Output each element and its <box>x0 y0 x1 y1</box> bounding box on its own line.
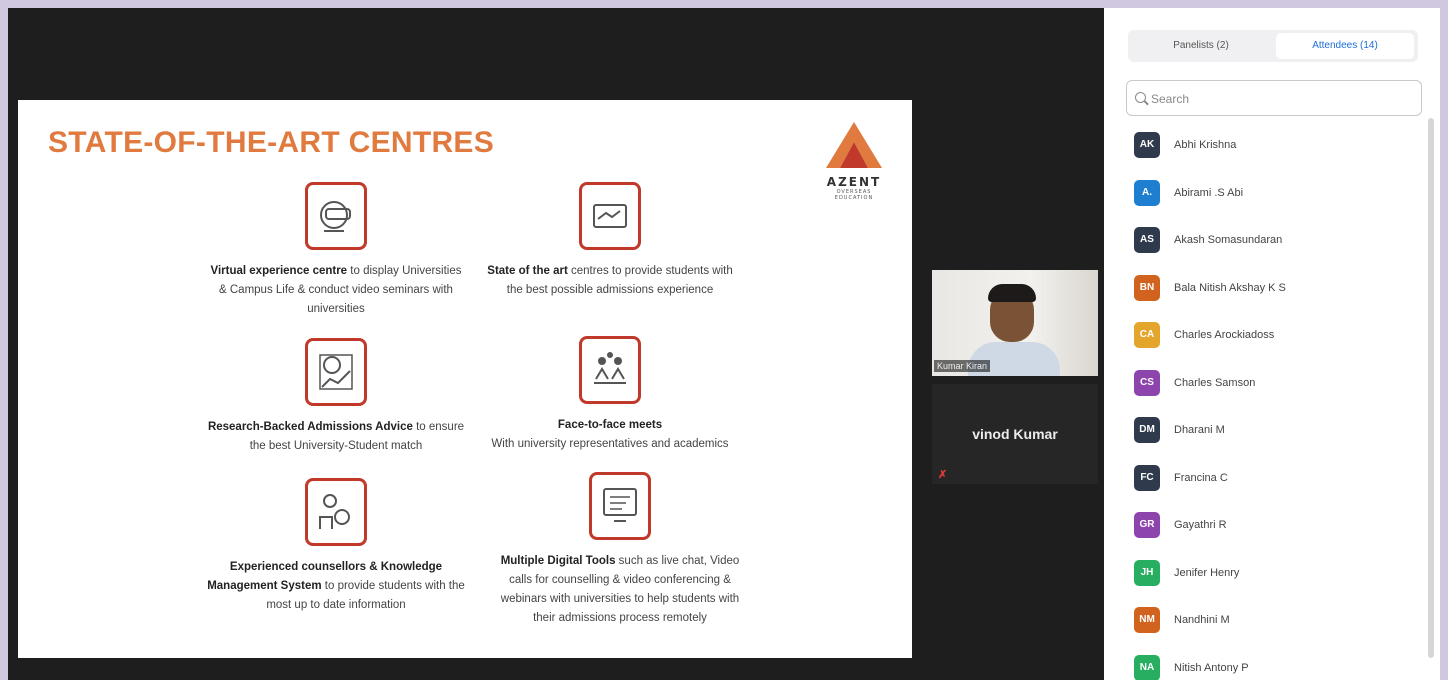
participant-name: vinod Kumar <box>972 426 1058 442</box>
shared-slide: STATE-OF-THE-ART CENTRES AZENT OVERSEAS … <box>18 100 912 658</box>
attendee-name: Abhi Krishna <box>1174 139 1237 151</box>
avatar: NM <box>1134 607 1160 633</box>
attendee-list: AK Abhi Krishna A. Abirami .S Abi AS Akash So… <box>1134 128 1424 680</box>
digital-tools-icon <box>589 472 651 540</box>
attendee-row[interactable]: AK Abhi Krishna <box>1134 128 1424 176</box>
tab-panelists[interactable]: Panelists (2) <box>1132 33 1270 59</box>
avatar: FC <box>1134 464 1160 491</box>
muted-mic-icon: ✗ <box>938 469 948 481</box>
logo-subtitle-2: EDUCATION <box>834 195 874 201</box>
avatar: CA <box>1134 322 1160 348</box>
attendee-row[interactable]: A. Abirami .S Abi <box>1134 176 1424 224</box>
feature-1-title: Virtual experience centre <box>210 265 348 277</box>
participants-tabs: Panelists (2) Attendees (14) <box>1128 30 1418 62</box>
avatar: DM <box>1134 417 1160 443</box>
attendee-name: Charles Samson <box>1174 376 1256 389</box>
avatar: NA <box>1134 654 1160 680</box>
attendee-row[interactable]: BN Bala Nitish Akshay K S <box>1134 271 1424 319</box>
avatar: AS <box>1134 227 1160 253</box>
attendee-list-scrollbar[interactable] <box>1428 118 1434 658</box>
attendee-name: Akash Somasundaran <box>1174 234 1283 246</box>
participant-nameplate-tile[interactable]: vinod Kumar ✗ <box>932 384 1098 484</box>
azent-logo: AZENT OVERSEAS EDUCATION <box>818 122 890 212</box>
feature-face-to-face: Face-to-face meets With university repre… <box>480 336 740 454</box>
azent-logo-icon <box>826 122 882 168</box>
feature-4-text: With university representatives and acad… <box>491 438 729 450</box>
participants-panel: Panelists (2) Attendees (14) AK Abhi Kris… <box>1104 8 1440 680</box>
handshake-icon <box>579 182 641 250</box>
search-icon <box>1135 92 1146 103</box>
feature-2-title: State of the art <box>487 265 568 277</box>
avatar: A. <box>1134 179 1160 206</box>
feature-state-of-art: State of the art centres to provide stud… <box>480 182 740 300</box>
attendee-name: Nandhini M <box>1174 614 1230 626</box>
avatar: CS <box>1134 369 1160 396</box>
attendee-name: Abirami .S Abi <box>1174 186 1244 199</box>
feature-digital-tools: Multiple Digital Tools such as live chat… <box>490 472 750 628</box>
attendee-name: Nitish Antony P <box>1174 661 1249 674</box>
search-input[interactable] <box>1151 89 1411 109</box>
feature-research-advice: Research-Backed Admissions Advice to ens… <box>206 338 466 456</box>
attendee-row[interactable]: NA Nitish Antony P <box>1134 651 1424 680</box>
attendee-name: Francina C <box>1174 471 1228 484</box>
feature-counsellors: Experienced counsellors & Knowledge Mana… <box>206 478 466 615</box>
avatar: AK <box>1134 132 1160 158</box>
slide-title: STATE-OF-THE-ART CENTRES <box>48 126 495 159</box>
logo-name: AZENT <box>826 175 882 189</box>
attendee-row[interactable]: CA Charles Arockiadoss <box>1134 318 1424 366</box>
feature-4-title: Face-to-face meets <box>557 419 663 431</box>
attendee-row[interactable]: JH Jenifer Henry <box>1134 556 1424 604</box>
attendee-row[interactable]: CS Charles Samson <box>1134 366 1424 414</box>
attendee-row[interactable]: FC Francina C <box>1134 461 1424 509</box>
tab-attendees[interactable]: Attendees (14) <box>1276 33 1414 59</box>
feature-6-title: Multiple Digital Tools <box>500 555 616 567</box>
avatar: GR <box>1134 512 1160 538</box>
attendee-name: Jenifer Henry <box>1174 566 1240 579</box>
avatar: BN <box>1134 274 1160 301</box>
feature-virtual-experience: Virtual experience centre to display Uni… <box>206 182 466 319</box>
video-name-label: Kumar Kiran <box>934 360 991 372</box>
attendee-row[interactable]: GR Gayathri R <box>1134 508 1424 556</box>
counsellor-icon <box>305 478 367 546</box>
feature-3-title: Research-Backed Admissions Advice <box>207 421 413 433</box>
participant-search[interactable] <box>1126 80 1422 116</box>
attendee-name: Charles Arockiadoss <box>1174 329 1275 341</box>
research-chart-icon <box>305 338 367 406</box>
avatar: JH <box>1134 559 1160 586</box>
speaker-video-tile[interactable]: Kumar Kiran <box>932 270 1098 376</box>
attendee-name: Dharani M <box>1174 424 1225 436</box>
attendee-name: Bala Nitish Akshay K S <box>1174 281 1286 294</box>
attendee-name: Gayathri R <box>1174 519 1227 531</box>
meeting-people-icon <box>579 336 641 404</box>
attendee-row[interactable]: AS Akash Somasundaran <box>1134 223 1424 271</box>
vr-headset-icon <box>305 182 367 250</box>
attendee-row[interactable]: DM Dharani M <box>1134 413 1424 461</box>
attendee-row[interactable]: NM Nandhini M <box>1134 603 1424 651</box>
